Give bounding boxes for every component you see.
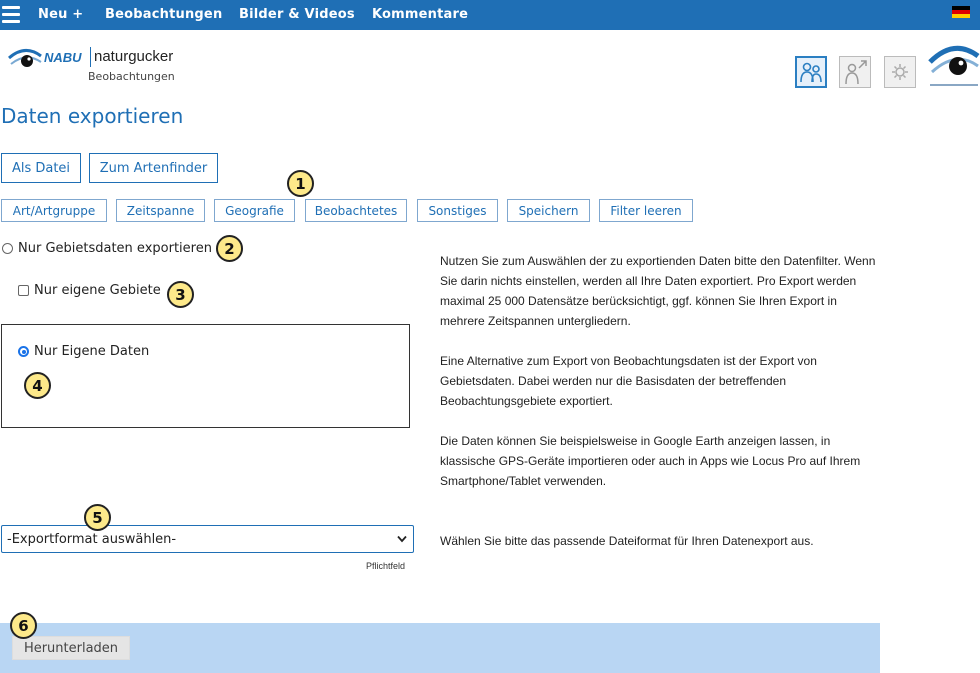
annotation-badge-3: 3 [167,281,194,308]
own-data-panel [1,324,410,428]
area-data-radio[interactable] [2,243,13,254]
site-logo[interactable]: NABU naturgucker Beobachtungen [8,44,198,86]
settings-icon[interactable] [884,56,916,88]
filter-species-button[interactable]: Art/Artgruppe [1,199,107,222]
filter-observed-button[interactable]: Beobachtetes [305,199,407,222]
help-paragraph-usage: Die Daten können Sie beispielsweise in G… [440,434,861,488]
logo-subtitle: Beobachtungen [88,70,175,83]
filter-save-button[interactable]: Speichern [507,199,590,222]
logo-divider [90,47,91,67]
filter-other-button[interactable]: Sonstiges [417,199,498,222]
annotation-badge-1: 1 [287,170,314,197]
export-format-select[interactable]: -Exportformat auswählen- [1,525,414,553]
artenfinder-button[interactable]: Zum Artenfinder [89,153,218,183]
top-nav-bar: Neu + Beobachtungen Bilder & Videos Komm… [0,0,980,30]
required-field-note: Pflichtfeld [366,561,406,571]
export-format-value: -Exportformat auswählen- [7,531,177,547]
filter-clear-button[interactable]: Filter leeren [599,199,693,222]
download-button[interactable]: Herunterladen [12,636,130,660]
own-areas-checkbox[interactable] [18,285,29,296]
area-data-label[interactable]: Nur Gebietsdaten exportieren [18,241,212,256]
help-paragraph-alternative: Eine Alternative zum Export von Beobacht… [440,354,817,408]
export-file-button[interactable]: Als Datei [1,153,81,183]
nav-observations[interactable]: Beobachtungen [105,7,222,22]
nav-media[interactable]: Bilder & Videos [239,7,355,22]
own-data-radio[interactable] [18,346,29,357]
annotation-badge-5: 5 [84,504,111,531]
format-help-text: Wählen Sie bitte das passende Dateiforma… [440,534,814,548]
own-areas-label[interactable]: Nur eigene Gebiete [34,283,161,298]
chevron-down-icon [397,535,407,543]
help-paragraph-filter: Nutzen Sie zum Auswählen der zu exportie… [440,254,876,328]
logo-brand: NABU [44,50,82,65]
own-data-label[interactable]: Nur Eigene Daten [34,344,149,359]
nav-new[interactable]: Neu + [38,7,83,22]
logo-name: naturgucker [94,48,174,65]
annotation-badge-4: 4 [24,372,51,399]
eye-logo-icon [8,49,42,67]
page-title: Daten exportieren [1,104,184,128]
nav-comments[interactable]: Kommentare [372,7,468,22]
annotation-badge-2: 2 [216,235,243,262]
hamburger-menu-icon[interactable] [2,6,20,24]
people-icon[interactable] [795,56,827,88]
filter-geography-button[interactable]: Geografie [214,199,295,222]
german-flag-icon[interactable] [952,6,970,18]
annotation-badge-6: 6 [10,612,37,639]
action-footer [0,623,880,673]
filter-timespan-button[interactable]: Zeitspanne [116,199,205,222]
brand-eye-icon [928,45,980,86]
user-link-icon[interactable] [839,56,871,88]
